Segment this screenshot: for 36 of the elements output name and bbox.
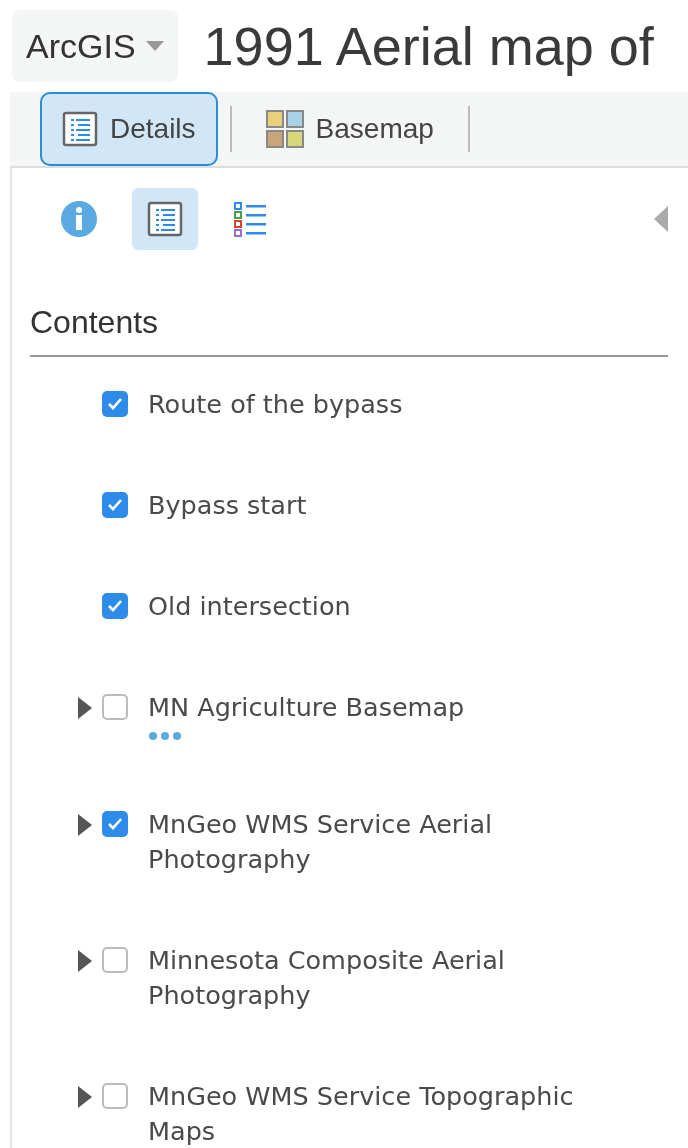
checkmark-icon xyxy=(107,397,123,411)
layer-checkbox[interactable] xyxy=(102,811,128,837)
layer-name: Old intersection xyxy=(148,590,351,623)
panel-tab[interactable] xyxy=(132,188,198,250)
layer-checkbox[interactable] xyxy=(102,947,128,973)
checkmark-icon xyxy=(107,498,123,512)
info-icon xyxy=(60,200,98,238)
layer-name: MnGeo WMS Service Topographic Maps xyxy=(148,1080,575,1148)
toolbar-tab[interactable]: Details xyxy=(40,92,218,166)
layer-name: MN Agriculture Basemap xyxy=(148,691,465,724)
layer-name: MnGeo WMS Service Aerial Photography xyxy=(148,808,494,876)
caret-icon xyxy=(145,41,164,51)
details-icon xyxy=(147,201,183,237)
more-icon[interactable] xyxy=(148,731,182,741)
contents-heading: Contents xyxy=(30,304,668,357)
expand-arrow-icon[interactable] xyxy=(78,1086,92,1108)
collapse-icon[interactable] xyxy=(654,206,668,232)
layer-name: Bypass start xyxy=(148,489,307,522)
layer-checkbox[interactable] xyxy=(102,492,128,518)
expand-arrow-icon[interactable] xyxy=(78,814,92,836)
layer-checkbox[interactable] xyxy=(102,391,128,417)
map-title: 1991 Aerial map of xyxy=(203,15,654,77)
expand-arrow-icon[interactable] xyxy=(78,950,92,972)
legend-icon xyxy=(234,201,268,237)
layer-checkbox[interactable] xyxy=(102,694,128,720)
app-switcher[interactable]: ArcGIS xyxy=(12,10,178,82)
layer-name: Route of the bypass xyxy=(148,388,403,421)
toolbar-tab[interactable]: Basemap xyxy=(243,92,456,166)
expand-arrow-icon[interactable] xyxy=(78,697,92,719)
layer-checkbox[interactable] xyxy=(102,1083,128,1109)
layer-checkbox[interactable] xyxy=(102,593,128,619)
details-icon xyxy=(62,111,98,147)
checkmark-icon xyxy=(107,599,123,613)
layer-name: Minnesota Composite Aerial Photography xyxy=(148,944,506,1012)
basemap-icon xyxy=(265,110,304,148)
checkmark-icon xyxy=(107,817,123,831)
